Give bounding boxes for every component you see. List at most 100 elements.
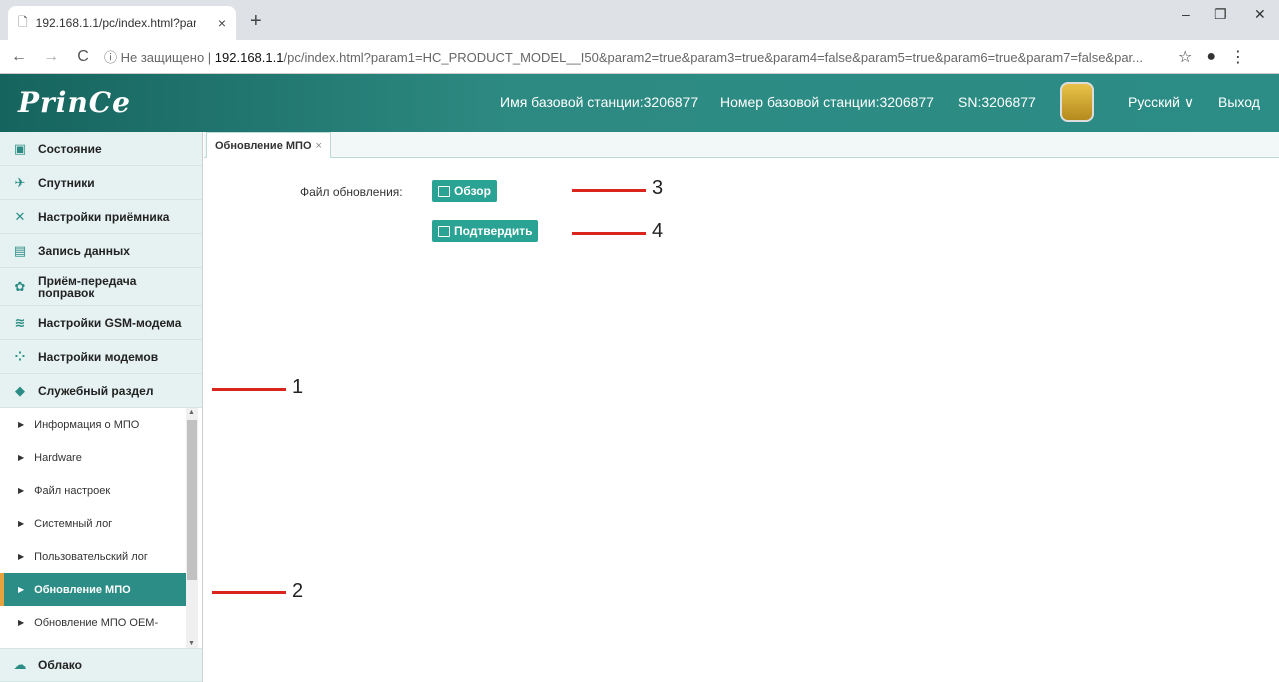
back-icon[interactable]: ←	[8, 48, 30, 66]
confirm-button[interactable]: Подтвердить	[432, 220, 539, 242]
monitor-icon: ▣	[13, 140, 27, 156]
save-icon	[438, 225, 450, 237]
sidebar: ▣ Состояние ✈ Спутники ✕ Настройки приём…	[0, 132, 203, 682]
submenu-item-label: Информация о МПО	[34, 418, 140, 431]
menu-icon[interactable]: ⋮	[1230, 47, 1246, 67]
sidebar-item-data-recording[interactable]: ▤ Запись данных	[0, 234, 202, 268]
forward-icon[interactable]: →	[40, 48, 62, 66]
browser-tabstrip: 🗋 192.168.1.1/pc/index.html?param × + – …	[0, 0, 1279, 40]
submenu-item-user-log[interactable]: ▶ Пользовательский лог	[0, 540, 202, 573]
sidebar-item-label: Облако	[38, 658, 82, 672]
submenu-item-firmware-info[interactable]: ▶ Информация о МПО	[0, 408, 202, 441]
language-label: Русский	[1128, 94, 1180, 110]
serial-number: SN:3206877	[958, 94, 1036, 110]
maximize-button[interactable]: ❐	[1214, 6, 1227, 23]
station-name: Имя базовой станции:3206877	[500, 94, 699, 110]
reload-icon[interactable]: C	[72, 48, 94, 66]
logout-link[interactable]: Выход	[1218, 94, 1260, 110]
close-tab-icon[interactable]: ×	[218, 15, 226, 31]
list-icon: ▤	[13, 242, 27, 258]
url-host: 192.168.1.1	[214, 50, 284, 65]
submenu-item-label: Системный лог	[34, 517, 113, 530]
scroll-down-icon[interactable]: ▼	[188, 640, 195, 647]
station-number: Номер базовой станции:3206877	[720, 94, 934, 110]
triangle-right-icon: ▶	[18, 486, 25, 495]
sidebar-item-label: Настройки приёмника	[38, 209, 170, 224]
sidebar-item-corrections[interactable]: ✿ Приём-передача поправок	[0, 268, 202, 306]
annotation-line-4	[572, 232, 646, 235]
service-submenu: ▶ Информация о МПО ▶ Hardware ▶ Файл нас…	[0, 408, 202, 648]
tab-label: Обновление МПО	[215, 139, 312, 152]
sidebar-item-label: Настройки модемов	[38, 349, 159, 364]
scroll-up-icon[interactable]: ▲	[188, 409, 195, 416]
security-label: ⓘ Не защищено |	[104, 50, 212, 65]
annotation-number-3: 3	[652, 177, 664, 199]
submenu-item-oem-update[interactable]: ▶ Обновление МПО OEM-	[0, 606, 202, 639]
page-icon: 🗋	[18, 14, 28, 29]
sidebar-item-satellites[interactable]: ✈ Спутники	[0, 166, 202, 200]
sidebar-item-label: Служебный раздел	[38, 383, 154, 398]
layers-icon: ◆	[15, 382, 25, 398]
submenu-item-system-log[interactable]: ▶ Системный лог	[0, 507, 202, 540]
url-path: /pc/index.html?param1=HC_PRODUCT_MODEL__…	[283, 50, 1144, 65]
address-bar: ← → C ⓘ Не защищено | 192.168.1.1/pc/ind…	[0, 40, 1279, 74]
star-icon[interactable]: ☆	[1178, 47, 1192, 67]
annotation-number-4: 4	[652, 220, 664, 242]
submenu-item-label: Пользовательский лог	[34, 550, 148, 563]
save-icon	[438, 185, 450, 197]
triangle-right-icon: ▶	[18, 453, 25, 462]
satellite-icon: ✈	[14, 174, 26, 190]
browse-button[interactable]: Обзор	[432, 180, 497, 202]
tools-icon: ✕	[14, 208, 26, 224]
browser-tab[interactable]: 🗋 192.168.1.1/pc/index.html?param ×	[8, 6, 236, 40]
submenu-item-label: Файл настроек	[34, 484, 111, 497]
browse-button-label: Обзор	[454, 184, 491, 198]
sidebar-item-cloud[interactable]: ☁ Облако	[0, 648, 202, 682]
submenu-item-label: Обновление МПО	[34, 583, 131, 596]
tab-firmware-update[interactable]: Обновление МПО ×	[206, 132, 331, 158]
logo: PrinCe	[18, 86, 131, 119]
triangle-right-icon: ▶	[18, 420, 25, 429]
gear-icon: ✿	[14, 278, 26, 294]
annotation-line-1	[212, 388, 286, 391]
wifi-icon: ≋	[14, 314, 26, 330]
sidebar-item-label: Запись данных	[38, 243, 130, 258]
triangle-right-icon: ▶	[18, 585, 25, 594]
browser-tab-title: 192.168.1.1/pc/index.html?param	[35, 16, 196, 30]
annotation-number-2: 2	[292, 580, 304, 602]
language-select[interactable]: Русский ∨	[1128, 94, 1194, 111]
new-tab-button[interactable]: +	[250, 10, 262, 33]
submenu-scrollbar[interactable]: ▲ ▼	[186, 408, 198, 648]
sidebar-item-status[interactable]: ▣ Состояние	[0, 132, 202, 166]
annotation-line-2	[212, 591, 286, 594]
submenu-item-label: Hardware	[34, 451, 82, 464]
submenu-item-label: Обновление МПО OEM-	[34, 616, 159, 629]
submenu-item-hardware[interactable]: ▶ Hardware	[0, 441, 202, 474]
sidebar-item-service[interactable]: ◆ Служебный раздел	[0, 374, 202, 408]
file-label: Файл обновления:	[300, 185, 403, 199]
submenu-item-settings-file[interactable]: ▶ Файл настроек	[0, 474, 202, 507]
cloud-icon: ☁	[13, 657, 27, 672]
sidebar-item-receiver-settings[interactable]: ✕ Настройки приёмника	[0, 200, 202, 234]
url-field[interactable]: ⓘ Не защищено | 192.168.1.1/pc/index.htm…	[104, 47, 1164, 66]
sidebar-item-label: Спутники	[38, 175, 95, 190]
triangle-right-icon: ▶	[18, 618, 25, 627]
chevron-down-icon: ∨	[1179, 94, 1195, 110]
grid-icon: ⁘	[14, 348, 26, 364]
scrollbar-thumb[interactable]	[187, 420, 197, 580]
minimize-button[interactable]: –	[1182, 6, 1190, 22]
close-window-button[interactable]: ✕	[1254, 6, 1266, 23]
annotation-line-3	[572, 189, 646, 192]
sidebar-item-gsm-modem[interactable]: ≋ Настройки GSM-модема	[0, 306, 202, 340]
content-tabbar: Обновление МПО ×	[204, 132, 1279, 158]
sidebar-item-label: Настройки GSM-модема	[38, 315, 182, 330]
submenu-item-firmware-update[interactable]: ▶ Обновление МПО	[0, 573, 187, 606]
annotation-number-1: 1	[292, 376, 304, 398]
sidebar-item-modems[interactable]: ⁘ Настройки модемов	[0, 340, 202, 374]
receiver-icon	[1060, 82, 1094, 122]
profile-icon[interactable]: ●	[1206, 48, 1216, 66]
confirm-button-label: Подтвердить	[454, 224, 533, 238]
close-icon[interactable]: ×	[316, 140, 322, 152]
triangle-right-icon: ▶	[18, 552, 25, 561]
sidebar-item-label: Состояние	[38, 141, 102, 156]
